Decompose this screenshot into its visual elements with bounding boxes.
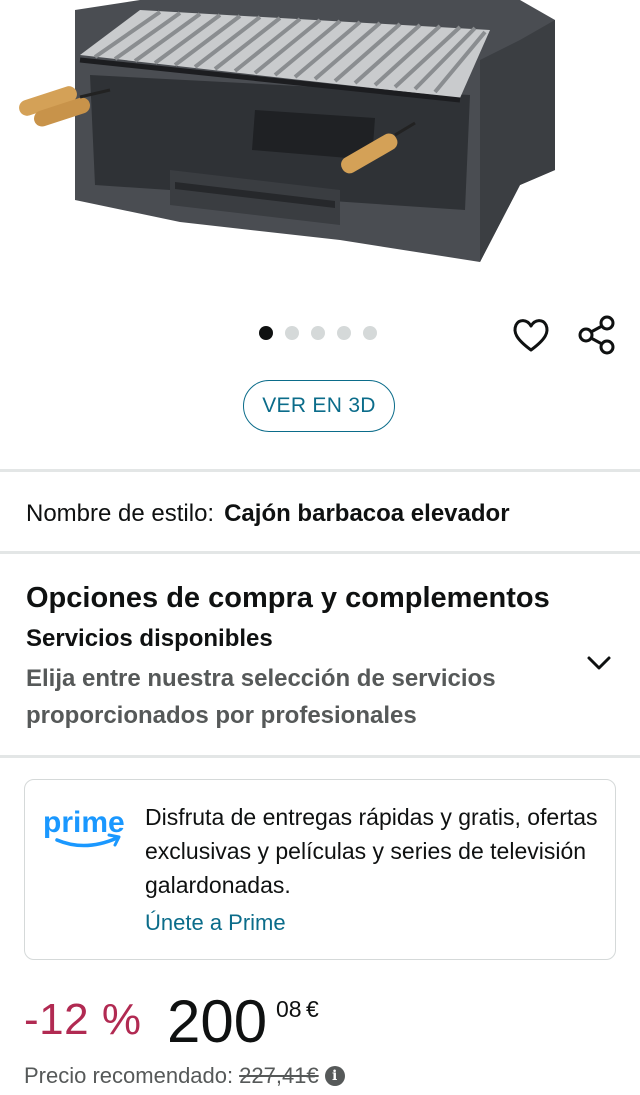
style-label: Nombre de estilo: bbox=[26, 500, 215, 527]
carousel-dot[interactable] bbox=[285, 326, 299, 340]
purchase-options-title: Opciones de compra y complementos bbox=[26, 582, 550, 614]
style-name-row[interactable]: Nombre de estilo: Cajón barbacoa elevado… bbox=[26, 500, 510, 528]
price-currency: € bbox=[306, 996, 319, 1022]
recommended-price-row: Precio recomendado: 227,41€ i bbox=[24, 1063, 345, 1089]
carousel-dot[interactable] bbox=[363, 326, 377, 340]
price-whole: 200 bbox=[167, 988, 268, 1055]
prime-logo: prime bbox=[43, 802, 133, 852]
carousel-dot[interactable] bbox=[337, 326, 351, 340]
product-image[interactable] bbox=[0, 0, 640, 300]
carousel-dot-active[interactable] bbox=[259, 326, 273, 340]
recommended-price-value: 227,41€ bbox=[239, 1063, 319, 1088]
carousel-indicator bbox=[259, 326, 377, 340]
services-description: Elija entre nuestra selección de servici… bbox=[26, 665, 496, 729]
share-icon[interactable] bbox=[576, 314, 618, 356]
style-value: Cajón barbacoa elevador bbox=[224, 500, 510, 527]
prime-logo-text: prime bbox=[43, 806, 125, 839]
price-fraction: 08 bbox=[276, 996, 302, 1022]
prime-promo-card[interactable]: prime Disfruta de entregas rápidas y gra… bbox=[24, 779, 616, 960]
prime-description: Disfruta de entregas rápidas y gratis, o… bbox=[145, 804, 598, 898]
join-prime-link[interactable]: Únete a Prime bbox=[145, 910, 286, 936]
carousel-dot[interactable] bbox=[311, 326, 325, 340]
services-subtitle: Servicios disponibles bbox=[26, 625, 273, 652]
info-icon[interactable]: i bbox=[324, 1066, 345, 1086]
divider bbox=[0, 755, 640, 758]
divider bbox=[0, 469, 640, 472]
view-in-3d-button[interactable]: VER EN 3D bbox=[243, 380, 395, 432]
heart-icon[interactable] bbox=[510, 314, 552, 356]
recommended-price-label: Precio recomendado: bbox=[24, 1063, 234, 1088]
discount-percentage: -12 % bbox=[24, 995, 142, 1044]
chevron-down-icon[interactable] bbox=[586, 650, 612, 676]
divider bbox=[0, 551, 640, 554]
